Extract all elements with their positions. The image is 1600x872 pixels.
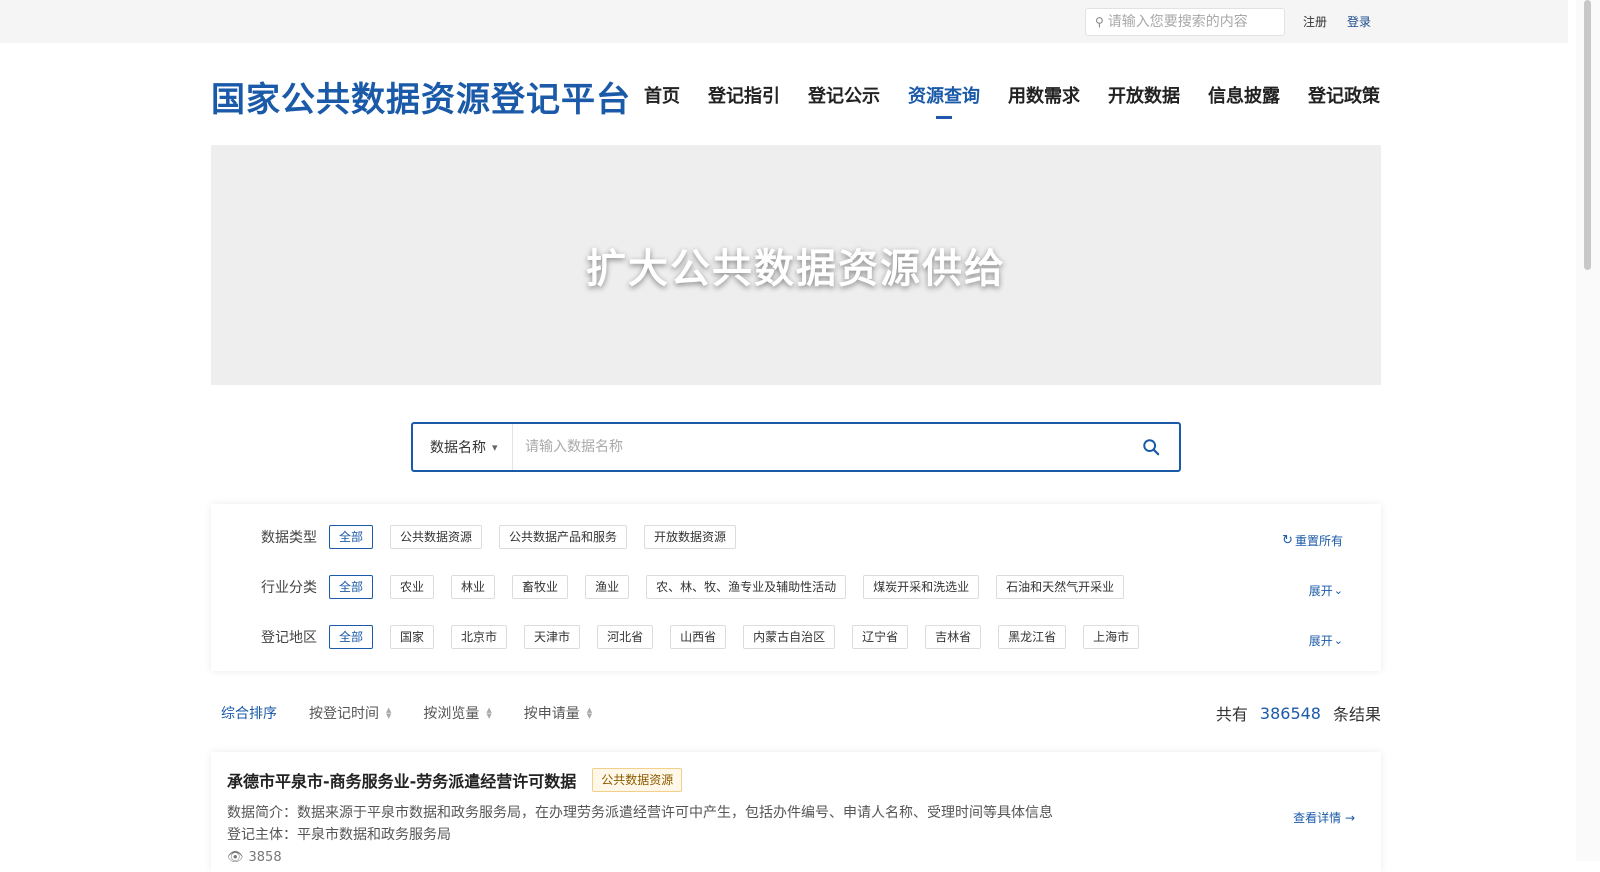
view-details-link[interactable]: 查看详情 → — [1293, 809, 1355, 826]
filter-chip[interactable]: 林业 — [451, 575, 496, 599]
filter-chip[interactable]: 全部 — [329, 625, 374, 649]
filter-chip[interactable]: 农业 — [390, 575, 435, 599]
register-link[interactable]: 注册 — [1303, 13, 1327, 30]
filter-chip[interactable]: 全部 — [329, 525, 374, 549]
filter-row-data-type: 数据类型 全部 公共数据资源 公共数据产品和服务 开放数据资源 — [261, 525, 753, 549]
search-type-label: 数据名称 — [430, 440, 486, 456]
nav-item-guide[interactable]: 登记指引 — [708, 82, 780, 108]
sort-by-views[interactable]: 按浏览量 ▲ ▼ — [423, 703, 491, 723]
search-type-select[interactable]: 数据名称 ▾ — [413, 424, 513, 470]
chevron-down-icon: ⌄ — [1333, 634, 1343, 647]
result-views-count: 3858 — [248, 850, 282, 865]
nav-item-resource-query[interactable]: 资源查询 — [908, 82, 980, 119]
filter-chip[interactable]: 渔业 — [585, 575, 630, 599]
nav-item-demand[interactable]: 用数需求 — [1008, 82, 1080, 108]
page-scrollbar[interactable] — [1576, 0, 1600, 861]
expand-industry-button[interactable]: 展开 ⌄ — [1309, 582, 1343, 599]
filter-chip[interactable]: 内蒙古自治区 — [743, 625, 836, 649]
search-icon: ⚲ — [1095, 15, 1104, 29]
filter-chip[interactable]: 公共数据产品和服务 — [499, 525, 628, 549]
filter-chip[interactable]: 煤炭开采和洗选业 — [863, 575, 980, 599]
eye-icon: 👁 — [227, 850, 244, 865]
sort-label: 按浏览量 — [423, 706, 480, 722]
main-nav: 首页 登记指引 登记公示 资源查询 用数需求 开放数据 信息披露 登记政策 — [644, 82, 1408, 119]
result-card[interactable]: 承德市平泉市-商务服务业-劳务派遣经营许可数据 公共数据资源 数据简介：数据来源… — [211, 752, 1381, 872]
sort-arrows-icon: ▲ ▼ — [386, 706, 392, 720]
chevron-down-icon: ⌄ — [1333, 584, 1343, 597]
filter-row-region: 登记地区 全部 国家 北京市 天津市 河北省 山西省 内蒙古自治区 辽宁省 吉林… — [261, 625, 1156, 649]
chevron-down-icon: ▾ — [492, 440, 498, 454]
result-type-badge: 公共数据资源 — [592, 768, 683, 792]
reset-all-label: 重置所有 — [1294, 534, 1343, 548]
sort-label: 按申请量 — [523, 706, 580, 722]
nav-item-disclosure[interactable]: 信息披露 — [1208, 82, 1280, 108]
nav-item-open-data[interactable]: 开放数据 — [1108, 82, 1180, 108]
nav-item-publicity[interactable]: 登记公示 — [808, 82, 880, 108]
filter-chip[interactable]: 全部 — [329, 575, 374, 599]
main-search-bar: 数据名称 ▾ — [411, 422, 1181, 472]
nav-item-policy[interactable]: 登记政策 — [1308, 82, 1380, 108]
sort-arrows-icon: ▲ ▼ — [486, 706, 492, 720]
arrow-right-icon: → — [1344, 811, 1355, 825]
result-description: 数据简介：数据来源于平泉市数据和政务服务局，在办理劳务派遣经营许可中产生，包括办… — [227, 805, 1053, 821]
filter-chip[interactable]: 吉林省 — [925, 625, 982, 649]
result-title[interactable]: 承德市平泉市-商务服务业-劳务派遣经营许可数据 公共数据资源 — [227, 768, 683, 792]
filter-chip[interactable]: 公共数据资源 — [390, 525, 483, 549]
search-icon — [1143, 439, 1160, 456]
sort-arrows-icon: ▲ ▼ — [586, 706, 593, 720]
nav-item-home[interactable]: 首页 — [644, 82, 680, 108]
sort-label: 按登记时间 — [309, 706, 379, 722]
refresh-icon: ↻ — [1282, 533, 1293, 548]
data-name-search-input[interactable] — [513, 424, 1131, 470]
filter-chip[interactable]: 上海市 — [1083, 625, 1140, 649]
filter-chip[interactable]: 黑龙江省 — [998, 625, 1067, 649]
filter-chip[interactable]: 石油和天然气开采业 — [996, 575, 1125, 599]
search-button[interactable] — [1131, 424, 1171, 470]
filter-chip[interactable]: 北京市 — [451, 625, 508, 649]
result-count-suffix: 条结果 — [1332, 705, 1381, 724]
reset-all-button[interactable]: ↻ 重置所有 — [1282, 532, 1343, 549]
expand-label: 展开 — [1308, 634, 1333, 648]
filter-chip[interactable]: 开放数据资源 — [644, 525, 737, 549]
filter-row-industry: 行业分类 全部 农业 林业 畜牧业 渔业 农、林、牧、渔专业及辅助性活动 煤炭开… — [261, 575, 1141, 599]
site-title[interactable]: 国家公共数据资源登记平台 — [211, 72, 631, 121]
filter-chip[interactable]: 河北省 — [597, 625, 654, 649]
sort-by-applications[interactable]: 按申请量 ▲ ▼ — [524, 703, 592, 723]
result-owner: 登记主体：平泉市数据和政务服务局 — [227, 827, 451, 843]
hero-banner: 扩大公共数据资源供给 — [211, 145, 1381, 385]
expand-region-button[interactable]: 展开 ⌄ — [1309, 632, 1343, 649]
filter-chip[interactable]: 山西省 — [670, 625, 727, 649]
scrollbar-thumb[interactable] — [1584, 0, 1591, 270]
sort-comprehensive[interactable]: 综合排序 — [221, 703, 277, 723]
filter-label: 登记地区 — [261, 630, 317, 646]
filter-chip[interactable]: 天津市 — [524, 625, 581, 649]
filter-chip[interactable]: 农、林、牧、渔专业及辅助性活动 — [646, 575, 847, 599]
banner-slogan: 扩大公共数据资源供给 — [586, 246, 1006, 292]
filter-label: 数据类型 — [261, 530, 317, 546]
result-count-prefix: 共有 — [1215, 705, 1248, 724]
filter-label: 行业分类 — [261, 580, 317, 596]
result-count: 共有 386548 条结果 — [1216, 701, 1381, 725]
expand-label: 展开 — [1308, 584, 1333, 598]
filter-chip[interactable]: 辽宁省 — [852, 625, 909, 649]
result-count-number: 386548 — [1259, 703, 1321, 723]
filter-chip[interactable]: 国家 — [390, 625, 435, 649]
result-title-text: 承德市平泉市-商务服务业-劳务派遣经营许可数据 — [227, 772, 577, 791]
top-search-input[interactable] — [1107, 14, 1268, 30]
sort-by-register-time[interactable]: 按登记时间 ▲ ▼ — [309, 703, 391, 723]
login-link[interactable]: 登录 — [1347, 13, 1371, 30]
top-search-box[interactable]: ⚲ — [1085, 8, 1285, 36]
filter-panel: 数据类型 全部 公共数据资源 公共数据产品和服务 开放数据资源 ↻ 重置所有 行… — [211, 504, 1381, 671]
sort-bar: 综合排序 按登记时间 ▲ ▼ 按浏览量 ▲ ▼ 按申请量 ▲ ▼ — [221, 703, 624, 723]
filter-chip[interactable]: 畜牧业 — [512, 575, 569, 599]
top-bar: ⚲ 注册 登录 — [0, 0, 1568, 43]
view-details-label: 查看详情 — [1293, 811, 1342, 825]
result-views: 👁 3858 — [227, 850, 282, 865]
